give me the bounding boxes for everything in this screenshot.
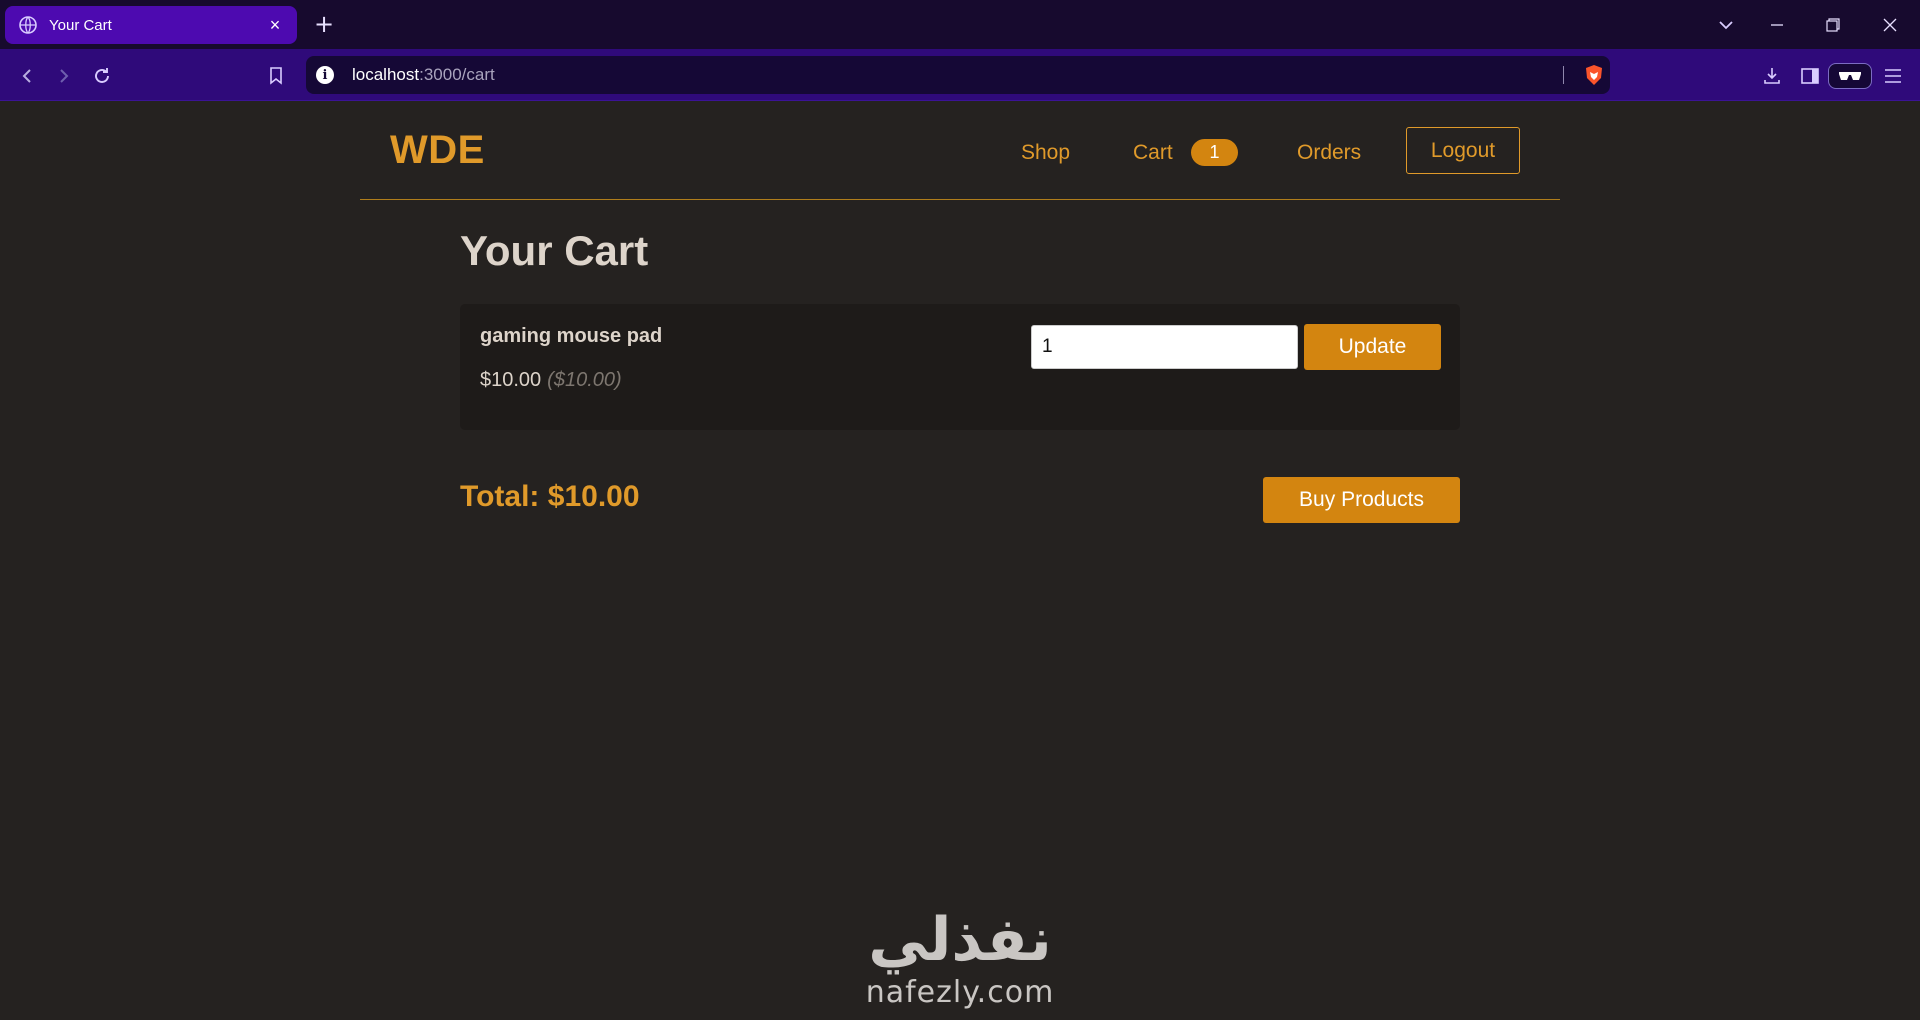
back-icon[interactable] bbox=[14, 63, 40, 89]
buy-products-button[interactable]: Buy Products bbox=[1263, 477, 1460, 523]
reader-mode-icon[interactable] bbox=[1828, 63, 1872, 89]
item-price-line: $10.00 ($10.00) bbox=[480, 369, 622, 392]
url-text[interactable]: localhost:3000/cart bbox=[352, 65, 495, 85]
nav-cart[interactable]: Cart bbox=[1133, 141, 1173, 165]
nav-orders[interactable]: Orders bbox=[1297, 141, 1361, 165]
browser-tabstrip: Your Cart × + bbox=[0, 0, 1920, 49]
logout-button[interactable]: Logout bbox=[1406, 127, 1520, 174]
restore-icon[interactable] bbox=[1820, 12, 1846, 38]
sidebar-icon[interactable] bbox=[1797, 63, 1823, 89]
address-divider bbox=[1563, 66, 1564, 84]
nav-shop[interactable]: Shop bbox=[1021, 141, 1070, 165]
bookmark-icon[interactable] bbox=[263, 63, 289, 89]
page-title: Your Cart bbox=[460, 227, 649, 274]
url-path: :3000/cart bbox=[419, 65, 495, 84]
address-bar[interactable]: i localhost:3000/cart bbox=[306, 56, 1610, 94]
cart-item: gaming mouse pad $10.00($10.00) Update bbox=[460, 304, 1460, 430]
browser-tab-active[interactable]: Your Cart × bbox=[5, 6, 297, 44]
update-button[interactable]: Update bbox=[1304, 324, 1441, 370]
quantity-input[interactable] bbox=[1031, 325, 1298, 369]
window-close-icon[interactable] bbox=[1877, 12, 1903, 38]
watermark-logo: نفذلي nafezly.com bbox=[845, 905, 1075, 1011]
info-icon[interactable]: i bbox=[316, 66, 334, 84]
tab-title: Your Cart bbox=[49, 16, 112, 34]
close-icon[interactable]: × bbox=[265, 15, 285, 35]
watermark-arabic: نفذلي bbox=[868, 905, 1052, 975]
url-host: localhost bbox=[352, 65, 420, 84]
forward-icon[interactable] bbox=[51, 63, 77, 89]
cart-total: Total: $10.00 bbox=[460, 480, 640, 513]
cart-count-badge: 1 bbox=[1191, 139, 1238, 166]
menu-icon[interactable] bbox=[1880, 63, 1906, 89]
browser-toolbar: i localhost:3000/cart bbox=[0, 49, 1920, 101]
item-name: gaming mouse pad bbox=[480, 325, 663, 347]
item-original-price: ($10.00) bbox=[547, 369, 622, 391]
reload-icon[interactable] bbox=[89, 63, 115, 89]
chevron-down-icon[interactable] bbox=[1713, 12, 1739, 38]
item-price: $10.00 bbox=[480, 369, 542, 391]
download-icon[interactable] bbox=[1759, 63, 1785, 89]
new-tab-button[interactable]: + bbox=[312, 12, 336, 37]
minimize-icon[interactable] bbox=[1764, 12, 1790, 38]
brave-shield-icon[interactable] bbox=[1583, 64, 1605, 86]
globe-icon bbox=[19, 16, 37, 34]
site-logo[interactable]: WDE bbox=[390, 128, 485, 173]
watermark-url: nafezly.com bbox=[865, 975, 1055, 1010]
site-header: WDE Shop Cart 1 Orders Logout bbox=[360, 101, 1560, 200]
